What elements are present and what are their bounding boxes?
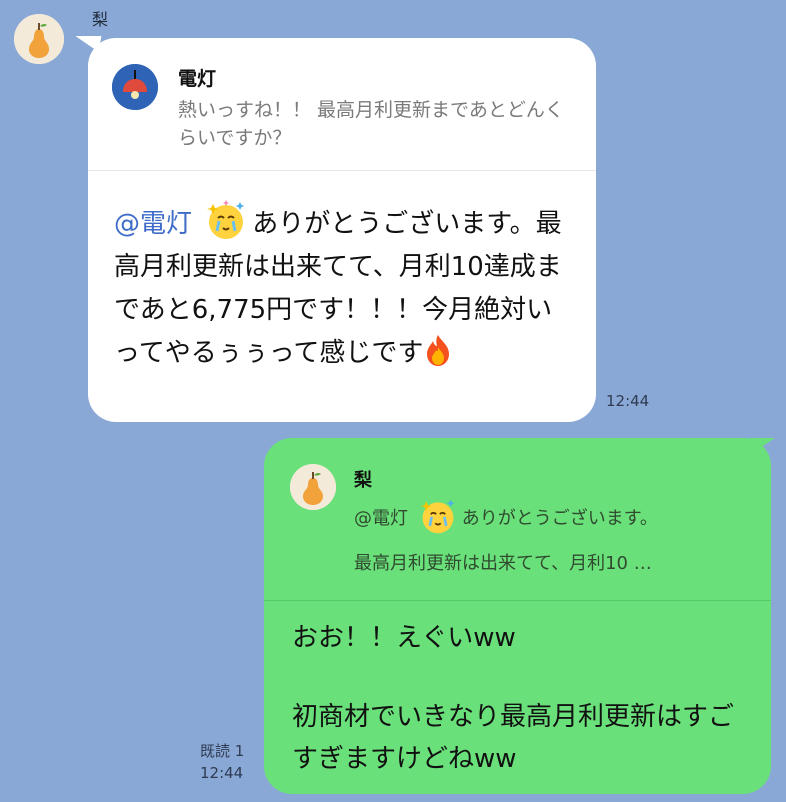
pear-icon xyxy=(14,14,64,64)
crying-face-emoji xyxy=(204,198,248,242)
reply-sender-name: 電灯 xyxy=(178,68,217,90)
reply-text-line1: @電灯 ありがとうございます。 xyxy=(354,496,754,540)
reply-text-line2: 最高月利更新は出来てて、月利10 … xyxy=(354,553,652,574)
message-text: @電灯 ありがとうございます。最高月利更新は出来てて、月利10達成まであと6,7… xyxy=(114,198,574,375)
mention-link[interactable]: @電灯 xyxy=(114,209,192,239)
outgoing-message-bubble[interactable]: 梨 @電灯 ありがとうございます。 最高月利更新は出来てて、月利10 … おお！… xyxy=(264,438,771,794)
sender-name: 梨 xyxy=(92,10,109,29)
reply-mention: @電灯 xyxy=(354,508,408,529)
reply-avatar xyxy=(290,464,336,510)
message-time: 12:44 xyxy=(200,764,244,782)
reply-sender-name: 梨 xyxy=(354,470,372,491)
read-status: 既読 1 xyxy=(200,742,245,760)
fire-emoji xyxy=(423,333,453,367)
pear-icon xyxy=(290,464,336,510)
message-text-line2: 初商材でいきなり最高月利更新はすごすぎますけどねww xyxy=(292,702,735,774)
reply-avatar xyxy=(112,64,158,110)
crying-face-emoji xyxy=(418,496,458,536)
sender-avatar[interactable] xyxy=(14,14,64,64)
reply-preview[interactable]: 電灯 熱いっすね！！ 最高月利更新まであとどんくらいですか？ xyxy=(88,38,596,171)
message-text-line1: おお！！えぐいww xyxy=(292,623,516,653)
reply-text: ありがとうございます。 xyxy=(461,508,658,529)
reply-preview[interactable]: 梨 @電灯 ありがとうございます。 最高月利更新は出来てて、月利10 … xyxy=(264,438,771,601)
message-time: 12:44 xyxy=(606,392,650,410)
incoming-message-bubble[interactable]: 電灯 熱いっすね！！ 最高月利更新まであとどんくらいですか？ @電灯 ありがとう… xyxy=(88,38,596,422)
reply-text: 熱いっすね！！ 最高月利更新まであとどんくらいですか？ xyxy=(178,99,564,149)
lamp-icon xyxy=(112,64,158,110)
